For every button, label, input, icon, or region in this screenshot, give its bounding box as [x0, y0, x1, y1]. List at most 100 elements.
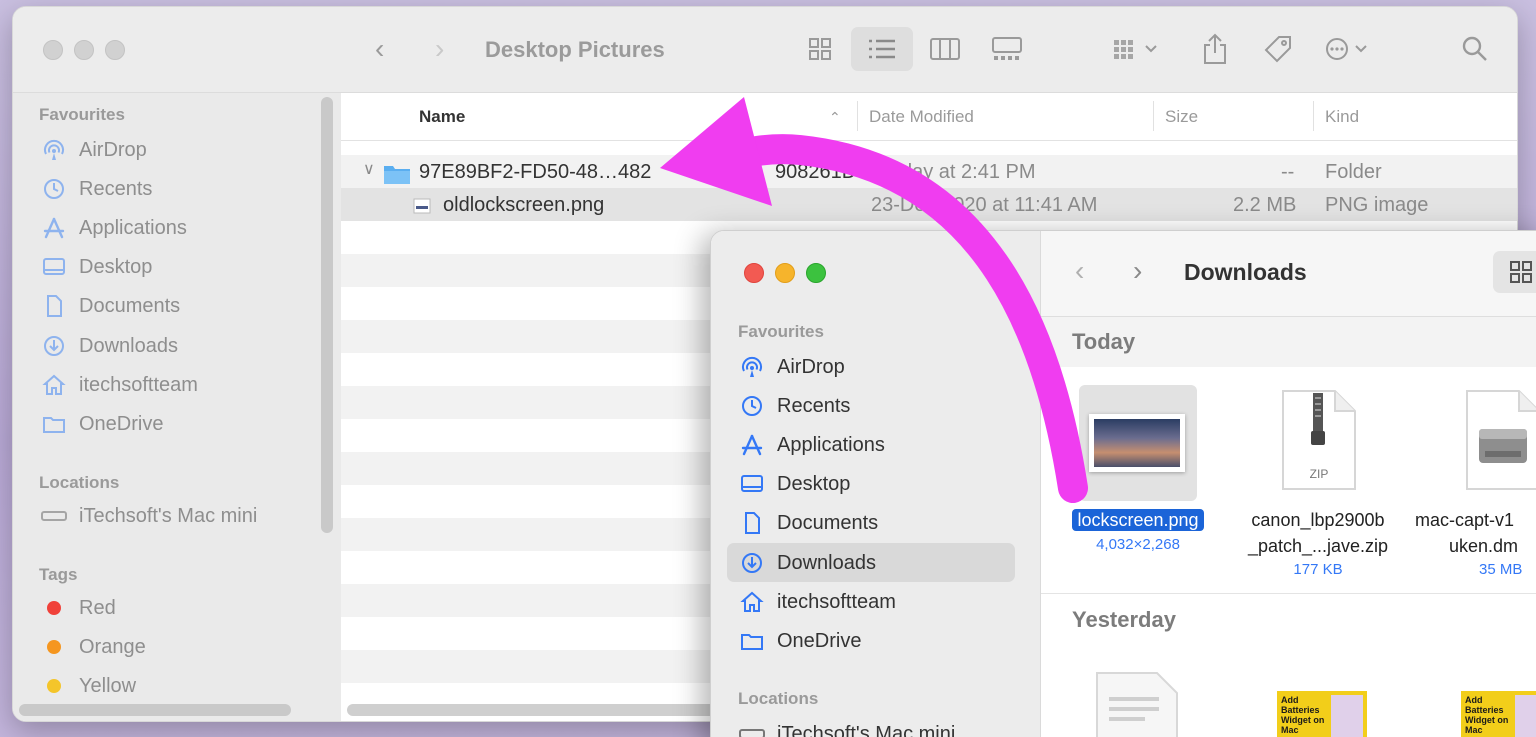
computer-icon: [739, 721, 765, 737]
sidebar-horizontal-scrollbar[interactable]: [19, 704, 291, 716]
tag-color-dot: [47, 679, 61, 693]
tag-color-dot: [47, 640, 61, 654]
window-controls: [43, 40, 125, 60]
sidebar-item-recents[interactable]: Recents: [41, 174, 152, 204]
sidebar-item-label: Documents: [79, 294, 181, 317]
back-icon[interactable]: ‹: [375, 35, 384, 63]
folder-icon: [383, 163, 411, 190]
sidebar-item-label: Desktop: [79, 255, 153, 278]
document-thumbnail[interactable]: [1095, 671, 1179, 737]
sidebar-item-label: Applications: [777, 433, 885, 456]
download-icon: [739, 550, 765, 576]
column-date-modified[interactable]: Date Modified: [869, 107, 974, 127]
sidebar-item-mac-mini[interactable]: iTechsoft's Mac mini: [41, 501, 257, 531]
sidebar-item-downloads[interactable]: Downloads: [41, 331, 178, 361]
sidebar-item-documents[interactable]: Documents: [41, 291, 180, 321]
download-icon: [41, 333, 67, 359]
tag-color-dot: [47, 601, 61, 615]
sidebar: Favourites AirDrop Recents Applications …: [13, 93, 341, 721]
sidebar-item-applications[interactable]: Applications: [739, 428, 885, 462]
sidebar-item-label: Documents: [777, 511, 879, 534]
thumbnail-text: Add Batteries Widget on Mac: [1281, 695, 1325, 735]
close-button[interactable]: [43, 40, 63, 60]
column-name[interactable]: Name: [419, 107, 465, 127]
sidebar-tag-yellow[interactable]: Yellow: [41, 671, 136, 701]
image-file-icon: [413, 197, 431, 220]
sidebar-item-label: Red: [79, 596, 116, 619]
sidebar-scrollbar[interactable]: [321, 97, 333, 533]
sidebar: Favourites AirDrop Recents Applications …: [711, 231, 1041, 737]
window-controls: [744, 263, 826, 283]
thumbnail-preview: [1331, 695, 1363, 737]
sidebar-tag-orange[interactable]: Orange: [41, 632, 146, 662]
zoom-button[interactable]: [806, 263, 826, 283]
home-icon: [41, 372, 67, 398]
sidebar-item-desktop[interactable]: Desktop: [739, 467, 850, 501]
more-actions-icon[interactable]: [1323, 33, 1373, 65]
column-separator: [857, 101, 858, 131]
image-thumbnail-batteries-widget[interactable]: Add Batteries Widget on Mac: [1461, 691, 1536, 737]
window-title: Downloads: [1184, 259, 1307, 285]
disk-image-icon: [1465, 389, 1536, 496]
applications-icon: [739, 432, 765, 458]
column-header: Name ⌃ Date Modified Size Kind: [341, 93, 1517, 141]
minimize-button[interactable]: [775, 263, 795, 283]
thumbnail-preview: [1515, 695, 1536, 737]
sidebar-item-airdrop[interactable]: AirDrop: [41, 135, 147, 165]
desktop-icon: [41, 254, 67, 280]
sidebar-item-downloads[interactable]: Downloads: [739, 546, 876, 580]
sidebar-tag-red[interactable]: Red: [41, 593, 116, 623]
computer-icon: [41, 503, 67, 529]
finder-window-downloads: Favourites AirDrop Recents Applications …: [710, 230, 1536, 737]
close-button[interactable]: [744, 263, 764, 283]
file-size: 177 KB: [1293, 561, 1343, 578]
gallery-view-icon[interactable]: [989, 33, 1025, 65]
sidebar-item-mac-mini[interactable]: iTechsoft's Mac mini: [739, 717, 955, 737]
image-thumbnail: [1089, 414, 1185, 472]
sidebar-heading-favourites: Favourites: [738, 322, 824, 341]
sidebar-item-recents[interactable]: Recents: [739, 389, 850, 423]
row-kind: Folder: [1325, 161, 1382, 183]
column-size[interactable]: Size: [1165, 107, 1198, 127]
sidebar-item-onedrive[interactable]: OneDrive: [41, 409, 163, 439]
column-kind[interactable]: Kind: [1325, 107, 1359, 127]
sidebar-item-home[interactable]: itechsoftteam: [41, 370, 198, 400]
folder-icon: [41, 411, 67, 437]
list-horizontal-scrollbar[interactable]: [347, 704, 727, 716]
applications-icon: [41, 215, 67, 241]
forward-icon[interactable]: ›: [1133, 257, 1142, 285]
share-icon[interactable]: [1199, 33, 1231, 65]
row-name-tail: 908261D: [775, 161, 857, 183]
toolbar: ‹ › Downloads: [1041, 231, 1536, 317]
group-by-icon[interactable]: [1111, 33, 1161, 65]
icon-view-icon[interactable]: [803, 33, 837, 65]
sort-ascending-icon: ⌃: [829, 109, 841, 125]
list-view-icon[interactable]: [851, 27, 913, 71]
document-icon: [739, 510, 765, 536]
folder-icon: [739, 628, 765, 654]
row-name: oldlockscreen.png: [443, 194, 605, 216]
forward-icon[interactable]: ›: [435, 35, 444, 63]
back-icon[interactable]: ‹: [1075, 257, 1084, 285]
tag-icon[interactable]: [1261, 33, 1295, 65]
sidebar-item-home[interactable]: itechsoftteam: [739, 585, 896, 619]
file-name-selected: lockscreen.png: [1072, 509, 1204, 531]
sidebar-item-documents[interactable]: Documents: [739, 506, 878, 540]
sidebar-item-applications[interactable]: Applications: [41, 213, 187, 243]
zip-file-icon: ZIP: [1281, 389, 1357, 496]
sidebar-item-airdrop[interactable]: AirDrop: [739, 350, 845, 384]
sidebar-item-onedrive[interactable]: OneDrive: [739, 624, 861, 658]
sidebar-item-label: AirDrop: [79, 138, 147, 161]
sidebar-item-label: itechsoftteam: [777, 590, 896, 613]
image-thumbnail-batteries-widget[interactable]: Add Batteries Widget on Mac: [1277, 691, 1367, 737]
search-icon[interactable]: [1459, 33, 1491, 65]
airdrop-icon: [739, 354, 765, 380]
column-view-icon[interactable]: [927, 33, 963, 65]
disclosure-triangle-icon[interactable]: ∨: [363, 159, 375, 179]
minimize-button[interactable]: [74, 40, 94, 60]
airdrop-icon: [41, 137, 67, 163]
sidebar-item-desktop[interactable]: Desktop: [41, 252, 152, 282]
zoom-button[interactable]: [105, 40, 125, 60]
icon-view-icon[interactable]: [1493, 251, 1536, 293]
section-title-yesterday: Yesterday: [1072, 607, 1176, 632]
